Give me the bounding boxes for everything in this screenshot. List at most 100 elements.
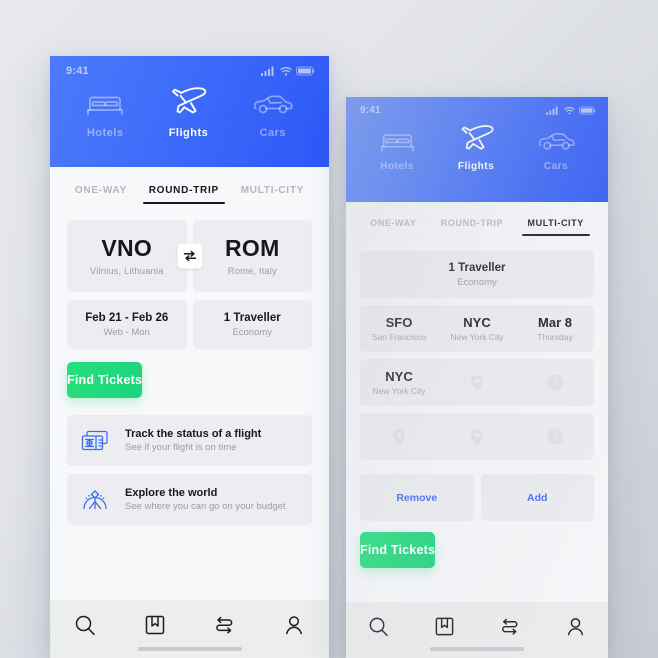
wifi-icon: [564, 106, 575, 115]
map-pin-icon: [471, 374, 483, 392]
promo-list: Track the status of a flight See if your…: [50, 398, 329, 525]
leg1-destination[interactable]: NYC New York City: [438, 315, 516, 343]
airplane-icon: [461, 125, 494, 150]
bookmark-book-icon: [145, 615, 164, 635]
mode-flights[interactable]: Flights: [454, 122, 499, 172]
promo-text: Explore the world See where you can go o…: [125, 487, 286, 512]
bed-icon: [380, 134, 414, 152]
leg1-date[interactable]: Mar 8 Thursday: [516, 315, 594, 343]
leg3-origin[interactable]: [360, 427, 438, 447]
remove-leg-button[interactable]: Remove: [360, 474, 474, 521]
wifi-icon: [280, 67, 292, 76]
nav-profile[interactable]: [565, 616, 586, 637]
mode-hotels[interactable]: Hotels: [86, 92, 124, 139]
search-icon: [75, 615, 95, 636]
app-header-right: 9:41 Hotels Flights Cars: [346, 97, 608, 202]
bed-icon: [87, 96, 124, 116]
nav-search[interactable]: [74, 614, 96, 636]
travellers-field[interactable]: 1 Traveller Economy: [192, 300, 312, 349]
tab-round-trip[interactable]: ROUND-TRIP: [142, 185, 226, 204]
promo-explore-world[interactable]: Explore the world See where you can go o…: [67, 474, 312, 525]
nav-bookmarks[interactable]: [434, 616, 455, 637]
mode-label: Flights: [168, 127, 209, 139]
screen-content-right: ONE-WAY ROUND-TRIP MULTI-CITY 1 Travelle…: [346, 202, 608, 602]
leg1-destination-code: NYC: [463, 314, 491, 330]
dates-field[interactable]: Feb 21 - Feb 26 Web - Mon: [67, 300, 187, 349]
leg2-date[interactable]: [516, 373, 594, 392]
mode-cars[interactable]: Cars: [253, 92, 293, 139]
leg3-destination[interactable]: [438, 427, 516, 447]
travellers-field[interactable]: 1 Traveller Economy: [360, 251, 594, 298]
add-leg-button[interactable]: Add: [480, 474, 594, 521]
mode-label: Cars: [259, 127, 287, 139]
promo-text: Track the status of a flight See if your…: [125, 428, 261, 453]
person-icon: [286, 616, 303, 635]
swap-button[interactable]: [177, 243, 202, 269]
route-row: VNO Vilnius, Lithuania ROM Rome, Italy: [67, 220, 312, 292]
find-tickets-button[interactable]: Find Tickets: [67, 362, 143, 398]
tab-one-way[interactable]: ONE-WAY: [75, 185, 127, 204]
origin-field[interactable]: VNO Vilnius, Lithuania: [67, 220, 187, 292]
nav-search[interactable]: [368, 616, 389, 637]
leg1-origin[interactable]: SFO San Francisco: [360, 315, 438, 343]
leg3-date[interactable]: [516, 427, 594, 446]
dates-days: Web - Mon: [103, 326, 150, 338]
nav-transfers[interactable]: [213, 614, 235, 636]
phone-multi-city: 9:41 Hotels Flights Cars ONE-WAY ROUND-T…: [346, 97, 608, 658]
mode-flights[interactable]: Flights: [164, 84, 212, 139]
leg2-destination[interactable]: [438, 373, 516, 393]
mode-label: Hotels: [86, 127, 124, 139]
map-pin-icon: [393, 428, 405, 446]
airplane-icon: [172, 87, 207, 114]
promo-subtitle: See where you can go on your budget: [125, 501, 286, 512]
bottom-navigation-left: [50, 600, 329, 658]
travellers-class: Economy: [457, 276, 497, 288]
leg-row-1: SFO San Francisco NYC New York City Mar …: [360, 305, 594, 352]
promo-subtitle: See if your flight is on time: [125, 442, 237, 453]
leg1-origin-code: SFO: [385, 314, 413, 330]
origin-city: Vilnius, Lithuania: [90, 265, 164, 277]
signal-icon: [546, 106, 558, 115]
leg-row-3: [360, 413, 594, 460]
mode-cars[interactable]: Cars: [538, 130, 575, 172]
mode-label: Cars: [543, 161, 569, 172]
leg2-origin[interactable]: NYC New York City: [360, 369, 438, 397]
leg-actions: Remove Add: [360, 474, 594, 521]
battery-icon: [296, 66, 315, 76]
leg1-date-value: Mar 8: [538, 314, 572, 330]
promo-flight-status[interactable]: Track the status of a flight See if your…: [67, 415, 312, 466]
travel-mode-switcher: Hotels Flights Cars: [346, 116, 608, 172]
transfer-arrows-icon: [216, 616, 233, 634]
leg1-destination-city: New York City: [450, 332, 504, 343]
destination-city: Rome, Italy: [227, 265, 277, 277]
destination-field[interactable]: ROM Rome, Italy: [192, 220, 312, 292]
details-row: Feb 21 - Feb 26 Web - Mon 1 Traveller Ec…: [67, 300, 312, 349]
status-bar: 9:41: [50, 56, 329, 77]
tab-one-way[interactable]: ONE-WAY: [370, 218, 416, 236]
find-tickets-button[interactable]: Find Tickets: [360, 532, 436, 568]
tab-round-trip[interactable]: ROUND-TRIP: [441, 218, 504, 236]
search-icon: [369, 617, 389, 636]
leg1-date-day: Thursday: [537, 332, 573, 343]
clock-icon: [546, 374, 564, 391]
app-header-left: 9:41 Hotels Flights Cars: [50, 56, 329, 167]
tab-multi-city[interactable]: MULTI-CITY: [241, 185, 304, 204]
map-pin-icon: [471, 428, 483, 446]
tab-multi-city[interactable]: MULTI-CITY: [521, 218, 591, 236]
person-icon: [567, 617, 583, 635]
status-icons: [546, 106, 596, 115]
travel-mode-switcher: Hotels Flights Cars: [50, 77, 329, 139]
mode-hotels[interactable]: Hotels: [380, 130, 415, 172]
battery-icon: [579, 106, 596, 115]
status-bar: 9:41: [346, 97, 608, 116]
status-time: 9:41: [360, 105, 381, 116]
screen-content-left: ONE-WAY ROUND-TRIP MULTI-CITY VNO Vilniu…: [50, 167, 329, 600]
mode-label: Flights: [457, 161, 495, 172]
nav-transfers[interactable]: [499, 616, 520, 637]
boarding-pass-icon: [81, 430, 108, 450]
car-icon: [538, 133, 575, 150]
trip-type-tabs: ONE-WAY ROUND-TRIP MULTI-CITY: [50, 167, 329, 204]
nav-profile[interactable]: [283, 614, 305, 636]
promo-title: Explore the world: [125, 487, 218, 499]
nav-bookmarks[interactable]: [144, 614, 166, 636]
